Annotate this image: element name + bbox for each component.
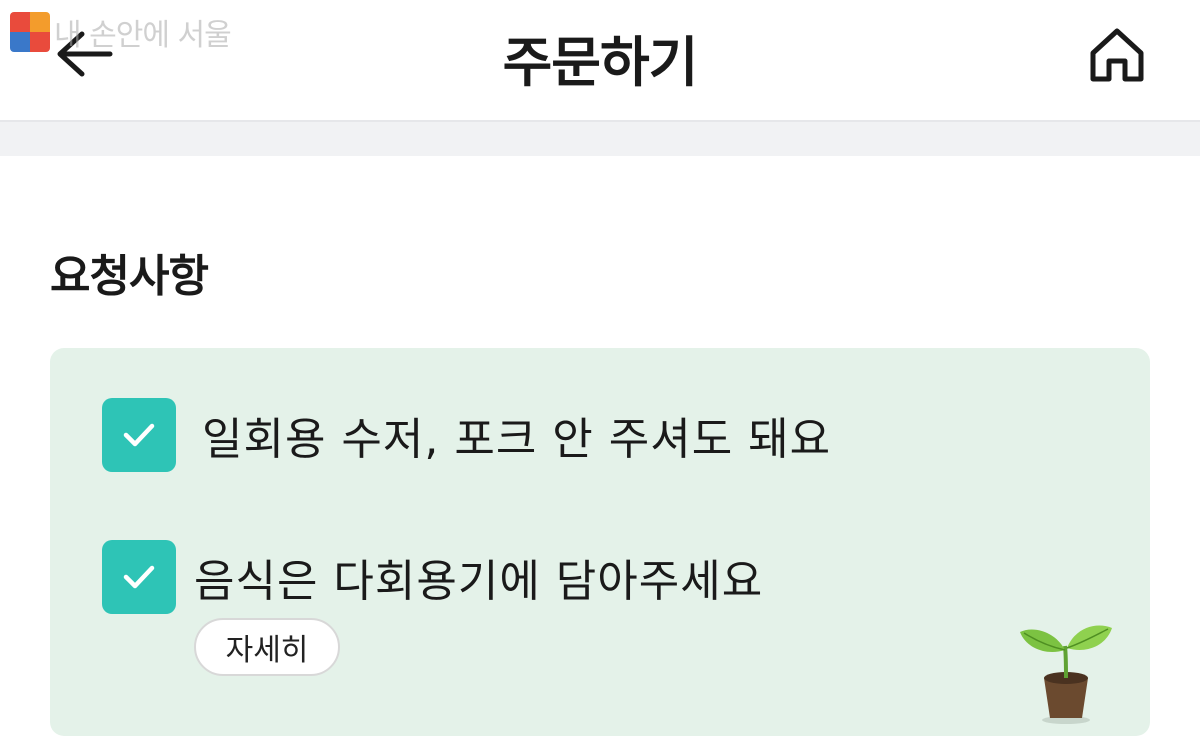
- header-divider: [0, 120, 1200, 156]
- watermark: 내 손안에 서울: [10, 10, 232, 54]
- request-option-reusable-container[interactable]: 음식은 다회용기에 담아주세요: [102, 540, 763, 614]
- section-title: 요청사항: [50, 251, 209, 302]
- watermark-text: 내 손안에 서울: [54, 18, 232, 53]
- checkmark-icon: [123, 423, 155, 447]
- home-icon: [1090, 28, 1144, 82]
- request-option-label: 일회용 수저, 포크 안 주셔도 돼요: [202, 414, 832, 465]
- seoul-logo-icon: [10, 12, 50, 52]
- request-option-label: 음식은 다회용기에 담아주세요: [194, 556, 764, 607]
- request-option-no-utensils[interactable]: 일회용 수저, 포크 안 주셔도 돼요: [102, 398, 831, 472]
- checkmark-icon: [123, 565, 155, 589]
- checkbox-checked[interactable]: [102, 398, 176, 472]
- checkbox-checked[interactable]: [102, 540, 176, 614]
- home-button[interactable]: [1082, 20, 1152, 90]
- request-card: 일회용 수저, 포크 안 주셔도 돼요 음식은 다회용기에 담아주세요 자세히: [50, 348, 1150, 736]
- detail-button[interactable]: 자세히: [194, 618, 340, 676]
- sprout-icon: [1020, 625, 1112, 724]
